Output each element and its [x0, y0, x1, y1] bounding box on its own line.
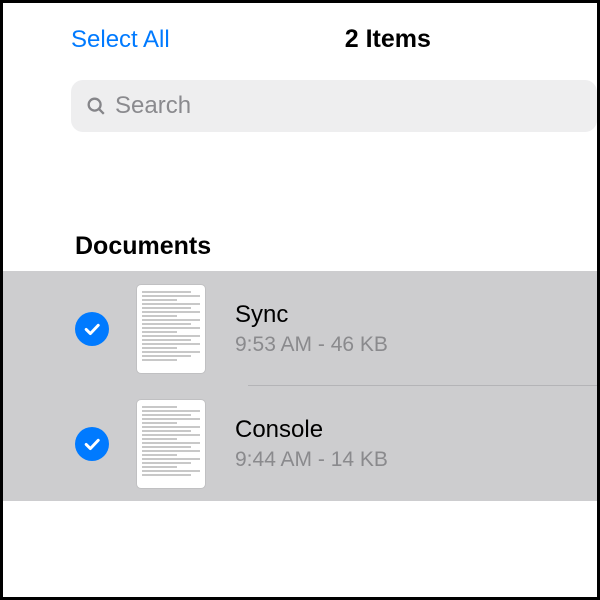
toolbar: Select All 2 Items [3, 3, 597, 66]
search-icon [85, 95, 107, 117]
page-title: 2 Items [345, 25, 431, 54]
search-field[interactable] [71, 80, 597, 132]
section-title: Documents [75, 232, 597, 261]
file-meta: Console 9:44 AM - 14 KB [235, 416, 388, 472]
file-meta: Sync 9:53 AM - 46 KB [235, 301, 388, 357]
list-item[interactable]: Console 9:44 AM - 14 KB [3, 386, 597, 501]
file-thumbnail-icon [137, 285, 205, 373]
selection-check-icon[interactable] [75, 312, 109, 346]
file-list: Sync 9:53 AM - 46 KB Console 9:44 AM - 1… [3, 271, 597, 501]
file-subtitle: 9:53 AM - 46 KB [235, 333, 388, 357]
file-name: Console [235, 416, 388, 444]
select-all-button[interactable]: Select All [71, 26, 170, 54]
list-item[interactable]: Sync 9:53 AM - 46 KB [3, 271, 597, 386]
file-subtitle: 9:44 AM - 14 KB [235, 448, 388, 472]
search-input[interactable] [115, 92, 583, 120]
file-name: Sync [235, 301, 388, 329]
selection-check-icon[interactable] [75, 427, 109, 461]
file-thumbnail-icon [137, 400, 205, 488]
